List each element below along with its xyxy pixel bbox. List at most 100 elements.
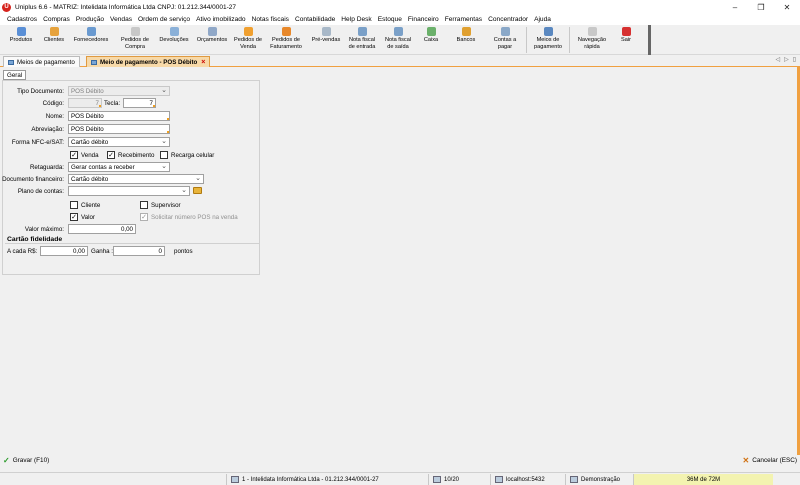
- menu-help-desk[interactable]: Help Desk: [338, 16, 374, 23]
- toolbar-label: Pedidos de Faturamento: [270, 37, 302, 50]
- menu-concentrador[interactable]: Concentrador: [485, 16, 531, 23]
- toolbar-button-8[interactable]: Pré-vendas: [308, 25, 344, 55]
- menu-notas-fiscais[interactable]: Notas fiscais: [249, 16, 292, 23]
- toolbar-button-9[interactable]: Nota fiscal de entrada: [344, 25, 380, 55]
- navigation-icon: [587, 27, 597, 36]
- toolbar-button-7[interactable]: Pedidos de Faturamento: [264, 25, 308, 55]
- toolbar-button-4[interactable]: Devoluções: [156, 25, 192, 55]
- toolbar-button-2[interactable]: Fornecedores: [68, 25, 114, 55]
- gravar-button[interactable]: ✓ Gravar (F10): [3, 456, 49, 465]
- toolbar-button-11[interactable]: Caixa: [416, 25, 446, 55]
- nome-field[interactable]: POS Débito: [68, 111, 170, 121]
- menu-estoque[interactable]: Estoque: [375, 16, 405, 23]
- tab-label: Meio de pagamento - POS Débito: [100, 58, 198, 66]
- solicitar-pos-checkbox[interactable]: ✓ Solicitar número POS na venda: [140, 213, 238, 221]
- toolbar: Produtos Clientes Fornecedores Pedidos de C…: [0, 25, 800, 55]
- cartao-fidelidade-title: Cartão fidelidade: [7, 236, 63, 243]
- status-server: localhost:5432: [490, 474, 550, 485]
- toolbar-button-0[interactable]: Produtos: [2, 25, 40, 55]
- toolbar-button-13[interactable]: Contas a pagar: [486, 25, 524, 55]
- presale-icon: [321, 27, 331, 36]
- retaguarda-select[interactable]: Gerar contas a receber: [68, 162, 170, 172]
- menu-vendas[interactable]: Vendas: [107, 16, 135, 23]
- menu-financeiro[interactable]: Financeiro: [405, 16, 442, 23]
- toolbar-label: Caixa: [423, 37, 439, 43]
- invoice-out-icon: [393, 27, 403, 36]
- toolbar-label: Meios de pagamento: [534, 37, 562, 50]
- toolbar-button-10[interactable]: Nota fiscal de saída: [380, 25, 416, 55]
- toolbar-button-5[interactable]: Orçamentos: [192, 25, 232, 55]
- checkmark-icon: ✓: [70, 151, 78, 159]
- menu-compras[interactable]: Compras: [40, 16, 73, 23]
- toolbar-label: Navegação rápida: [577, 37, 607, 50]
- toolbar-button-1[interactable]: Clientes: [40, 25, 68, 55]
- form-panel: Tipo Documento: POS Débito Código: 7 Tec…: [2, 80, 260, 275]
- a-cada-field[interactable]: 0,00: [40, 246, 88, 256]
- restore-button[interactable]: ❐: [748, 0, 774, 14]
- menu-ordem-servico[interactable]: Ordem de serviço: [135, 16, 193, 23]
- tipo-documento-label: Tipo Documento:: [17, 88, 64, 95]
- tab-geral[interactable]: Geral: [3, 70, 27, 80]
- menu-bar: Cadastros Compras Produção Vendas Ordem …: [0, 14, 800, 25]
- home-icon: [231, 476, 239, 483]
- toolbar-end-divider: [648, 25, 651, 55]
- status-mode: Demonstração: [565, 474, 631, 485]
- menu-ajuda[interactable]: Ajuda: [531, 16, 554, 23]
- menu-cadastros[interactable]: Cadastros: [4, 16, 40, 23]
- close-button[interactable]: ✕: [774, 0, 800, 14]
- people-icon: [86, 27, 96, 36]
- user-icon: [570, 476, 578, 483]
- forma-nfce-sat-label: Forma NFC-e/SAT:: [11, 139, 64, 146]
- supervisor-checkbox[interactable]: Supervisor: [140, 201, 181, 209]
- tab-prev-icon[interactable]: ◁: [775, 56, 780, 63]
- cancelar-button[interactable]: ✕ Cancelar (ESC): [743, 456, 797, 465]
- sales-icon: [243, 27, 253, 36]
- tab-list-icon[interactable]: ▯: [793, 56, 796, 63]
- toolbar-button-3[interactable]: Pedidos de Compra: [114, 25, 156, 55]
- documento-financeiro-select[interactable]: Cartão débito: [68, 174, 204, 184]
- toolbar-button-12[interactable]: Bancos: [446, 25, 486, 55]
- tab-next-icon[interactable]: ▷: [784, 56, 789, 63]
- content-area: Geral Tipo Documento: POS Débito Código:…: [0, 67, 800, 455]
- abreviacao-field[interactable]: POS Débito: [68, 124, 170, 134]
- menu-ferramentas[interactable]: Ferramentas: [442, 16, 485, 23]
- checkmark-icon: ✓: [70, 213, 78, 221]
- toolbar-label: Orçamentos: [196, 37, 228, 43]
- folder-icon[interactable]: [193, 187, 202, 194]
- tab-meios-de-pagamento[interactable]: Meios de pagamento: [3, 56, 80, 67]
- cancel-icon: ✕: [742, 456, 750, 465]
- plano-de-contas-select[interactable]: [68, 186, 190, 196]
- forma-nfce-sat-select[interactable]: Cartão débito: [68, 137, 170, 147]
- toolbar-button-15[interactable]: Navegação rápida: [572, 25, 612, 55]
- toolbar-label: Nota fiscal de saída: [384, 37, 412, 50]
- menu-contabilidade[interactable]: Contabilidade: [292, 16, 338, 23]
- toolbar-button-14[interactable]: Meios de pagamento: [529, 25, 567, 55]
- minimize-button[interactable]: –: [722, 0, 748, 14]
- codigo-field[interactable]: 7: [68, 98, 102, 108]
- document-icon: [207, 27, 217, 36]
- tecla-field[interactable]: 7: [123, 98, 156, 108]
- menu-ativo-imobilizado[interactable]: Ativo imobilizado: [193, 16, 248, 23]
- ganha-field[interactable]: 0: [113, 246, 165, 256]
- toolbar-label: Fornecedores: [73, 37, 109, 43]
- valor-maximo-field[interactable]: 0,00: [68, 224, 136, 234]
- recarga-celular-checkbox[interactable]: Recarga celular: [160, 151, 214, 159]
- venda-checkbox[interactable]: ✓ Venda: [70, 151, 99, 159]
- toolbar-button-16[interactable]: Sair: [612, 25, 640, 55]
- recebimento-checkbox[interactable]: ✓ Recebimento: [107, 151, 154, 159]
- valor-checkbox[interactable]: ✓ Valor: [70, 213, 95, 221]
- close-tab-icon[interactable]: ×: [201, 59, 205, 66]
- valor-maximo-label: Valor máximo:: [24, 226, 64, 233]
- pontos-label: pontos: [174, 248, 193, 255]
- menu-producao[interactable]: Produção: [73, 16, 107, 23]
- return-icon: [169, 27, 179, 36]
- tab-pos-debito[interactable]: Meio de pagamento - POS Débito ×: [86, 56, 211, 67]
- table-icon: [8, 59, 14, 65]
- tipo-documento-select[interactable]: POS Débito: [68, 86, 170, 96]
- cart-icon: [130, 27, 140, 36]
- toolbar-button-6[interactable]: Pedidos de Venda: [232, 25, 264, 55]
- billing-icon: [281, 27, 291, 36]
- toolbar-label: Contas a pagar: [493, 37, 517, 50]
- cliente-checkbox[interactable]: Cliente: [70, 201, 100, 209]
- plano-de-contas-label: Plano de contas:: [17, 188, 64, 195]
